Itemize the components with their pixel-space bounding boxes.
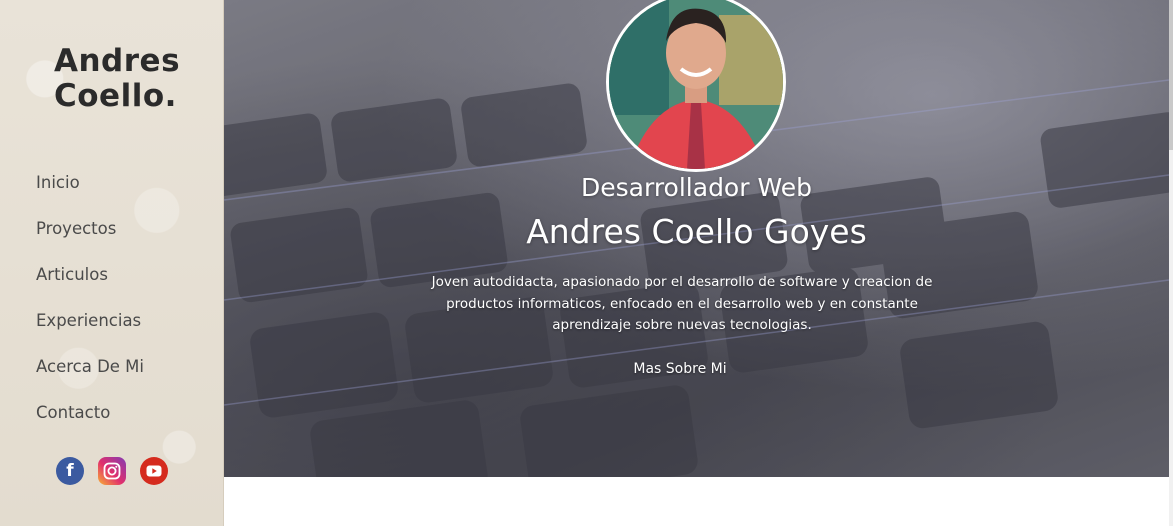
nav-item-inicio[interactable]: Inicio xyxy=(36,170,144,216)
page-scrollbar[interactable] xyxy=(1169,0,1173,526)
hero-name: Andres Coello Goyes xyxy=(526,212,867,251)
scrollbar-thumb[interactable] xyxy=(1169,0,1173,150)
youtube-icon[interactable] xyxy=(140,457,168,485)
hero-bio: Joven autodidacta, apasionado por el des… xyxy=(431,274,933,333)
main-nav: Inicio Proyectos Articulos Experiencias … xyxy=(36,170,144,446)
social-links: f xyxy=(56,457,168,485)
nav-item-acerca-de-mi[interactable]: Acerca De Mi xyxy=(36,354,144,400)
brand-logo[interactable]: Andres Coello. xyxy=(54,44,204,114)
sidebar: Andres Coello. Inicio Proyectos Articulo… xyxy=(0,0,224,526)
nav-item-experiencias[interactable]: Experiencias xyxy=(36,308,144,354)
youtube-glyph xyxy=(146,465,162,477)
nav-item-articulos[interactable]: Articulos xyxy=(36,262,144,308)
more-about-me-link[interactable]: Mas Sobre Mi xyxy=(620,358,740,380)
brand-line-2: Coello. xyxy=(54,78,177,114)
brand-line-1: Andres xyxy=(54,43,181,79)
facebook-icon[interactable]: f xyxy=(56,457,84,485)
instagram-glyph xyxy=(103,462,121,480)
profile-avatar xyxy=(606,0,786,172)
nav-item-contacto[interactable]: Contacto xyxy=(36,400,144,446)
instagram-icon[interactable] xyxy=(98,457,126,485)
facebook-glyph: f xyxy=(66,461,74,481)
hero-role: Desarrollador Web xyxy=(581,173,812,202)
nav-item-proyectos[interactable]: Proyectos xyxy=(36,216,144,262)
profile-photo xyxy=(609,0,783,169)
